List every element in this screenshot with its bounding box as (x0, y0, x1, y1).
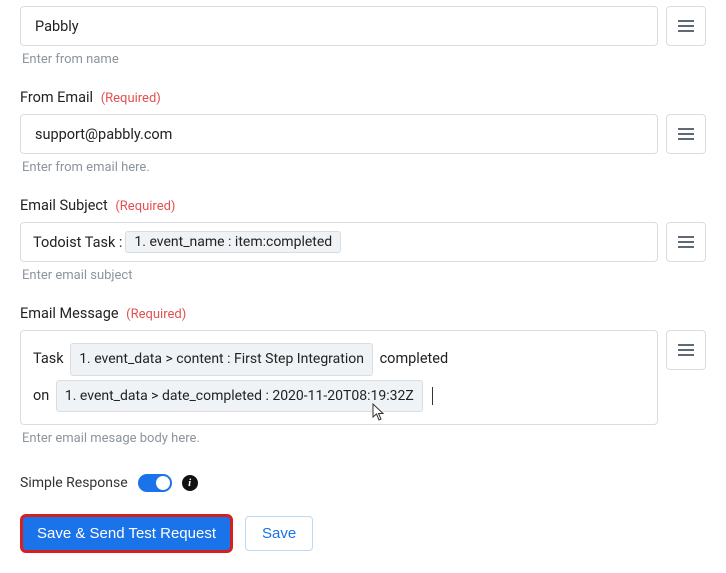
save-button[interactable]: Save (245, 516, 313, 551)
from-email-required: (Required) (101, 91, 161, 106)
from-email-row (20, 114, 706, 154)
info-icon[interactable]: i (182, 475, 198, 491)
from-name-row (20, 6, 706, 46)
simple-response-toggle[interactable] (138, 474, 172, 492)
email-subject-hint: Enter email subject (22, 268, 706, 283)
msg-chip-content[interactable]: 1. event_data > content : First Step Int… (70, 343, 373, 376)
email-message-hint: Enter email mesage body here. (22, 431, 706, 446)
email-subject-row: Todoist Task : 1. event_name : item:comp… (20, 222, 706, 262)
from-email-label: From Email (Required) (20, 89, 706, 106)
msg-text-on: on (33, 387, 49, 404)
from-email-text[interactable] (33, 125, 645, 144)
from-name-text[interactable] (33, 17, 645, 36)
hamburger-icon (678, 344, 694, 356)
from-name-input[interactable] (20, 6, 658, 46)
simple-response-label: Simple Response (20, 475, 128, 491)
msg-text-task: Task (33, 350, 64, 367)
from-email-input[interactable] (20, 114, 658, 154)
from-name-hint: Enter from name (22, 52, 706, 67)
email-message-label-text: Email Message (20, 305, 119, 322)
from-email-label-text: From Email (20, 89, 93, 106)
msg-chip-date[interactable]: 1. event_data > date_completed : 2020-11… (56, 380, 423, 413)
from-email-hint: Enter from email here. (22, 160, 706, 175)
button-row: Save & Send Test Request Save (20, 514, 706, 553)
msg-text-completed: completed (380, 350, 449, 367)
email-subject-required: (Required) (115, 199, 175, 214)
email-subject-label: Email Subject (Required) (20, 197, 706, 214)
email-subject-label-text: Email Subject (20, 197, 108, 214)
email-message-menu-button[interactable] (666, 330, 706, 370)
hamburger-icon (678, 128, 694, 140)
email-subject-menu-button[interactable] (666, 222, 706, 262)
hamburger-icon (678, 236, 694, 248)
form-page: Enter from name From Email (Required) En… (0, 0, 726, 573)
email-message-row: Task 1. event_data > content : First Ste… (20, 330, 706, 425)
text-cursor (432, 387, 433, 405)
hamburger-icon (678, 20, 694, 32)
email-subject-prefix: Todoist Task : (33, 234, 122, 251)
save-send-test-button[interactable]: Save & Send Test Request (20, 514, 233, 553)
email-message-label: Email Message (Required) (20, 305, 706, 322)
email-message-input[interactable]: Task 1. event_data > content : First Ste… (20, 330, 658, 425)
simple-response-row: Simple Response i (20, 474, 706, 492)
email-message-required: (Required) (126, 307, 186, 322)
from-name-menu-button[interactable] (666, 6, 706, 46)
from-email-menu-button[interactable] (666, 114, 706, 154)
email-subject-input[interactable]: Todoist Task : 1. event_name : item:comp… (20, 222, 658, 262)
subject-chip-event-name[interactable]: 1. event_name : item:completed (125, 231, 341, 253)
